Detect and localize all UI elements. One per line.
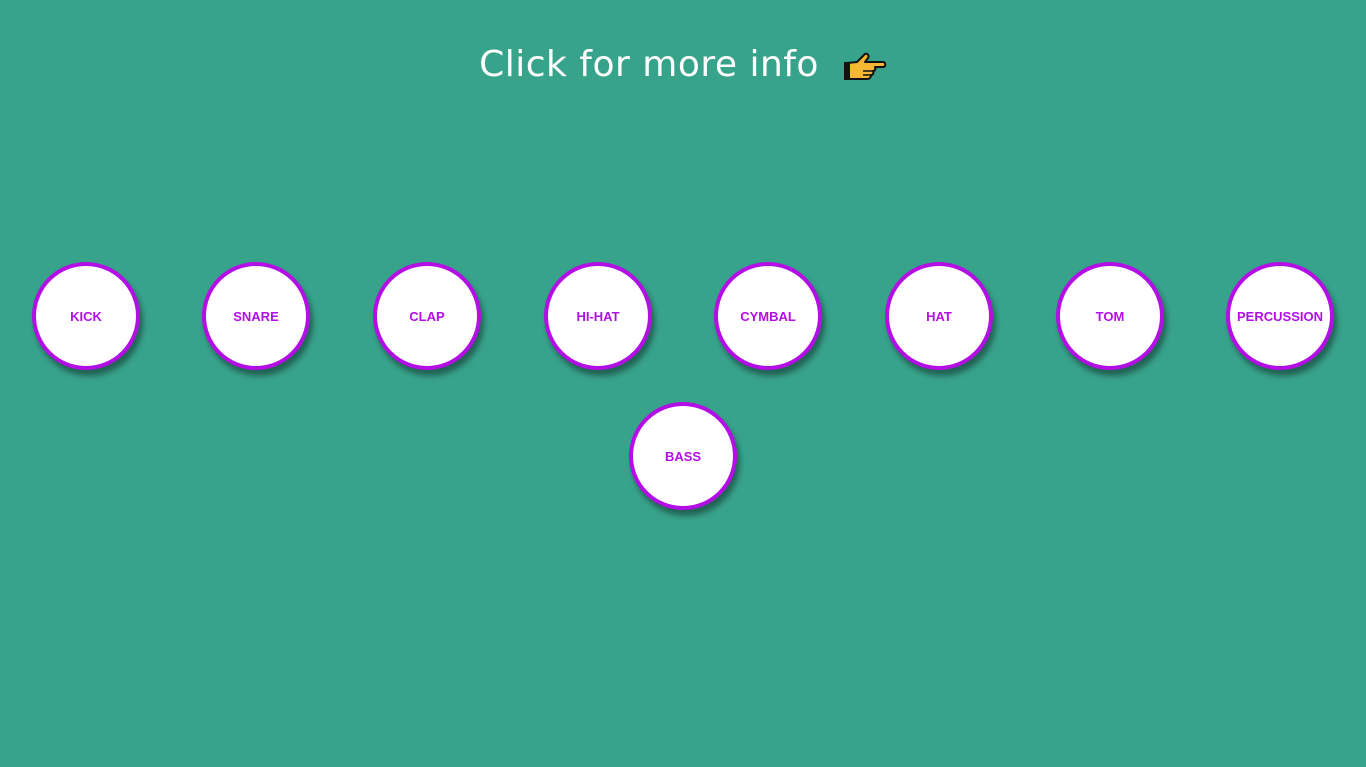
- pad-hat[interactable]: HAT: [885, 262, 993, 370]
- pad-label: HI-HAT: [576, 308, 620, 324]
- pad-label: BASS: [664, 448, 702, 464]
- pointing-hand-icon[interactable]: [843, 49, 887, 83]
- pad-label: SNARE: [233, 308, 279, 324]
- pad-kick[interactable]: KICK: [32, 262, 140, 370]
- pad-label: TOM: [1095, 308, 1125, 324]
- pad-hi-hat[interactable]: HI-HAT: [544, 262, 652, 370]
- info-header-text[interactable]: Click for more info: [479, 44, 819, 85]
- pad-tom[interactable]: TOM: [1056, 262, 1164, 370]
- pad-label: CYMBAL: [740, 308, 796, 324]
- pad-snare[interactable]: SNARE: [202, 262, 310, 370]
- pad-clap[interactable]: CLAP: [373, 262, 481, 370]
- pad-bass[interactable]: BASS: [629, 402, 737, 510]
- pad-percussion[interactable]: PERCUSSION: [1226, 262, 1334, 370]
- pad-label: CLAP: [409, 308, 445, 324]
- pad-label: HAT: [926, 308, 952, 324]
- pad-label: PERCUSSION: [1237, 308, 1323, 324]
- pad-cymbal[interactable]: CYMBAL: [714, 262, 822, 370]
- pad-label: KICK: [70, 308, 102, 324]
- info-header[interactable]: Click for more info: [0, 42, 1366, 85]
